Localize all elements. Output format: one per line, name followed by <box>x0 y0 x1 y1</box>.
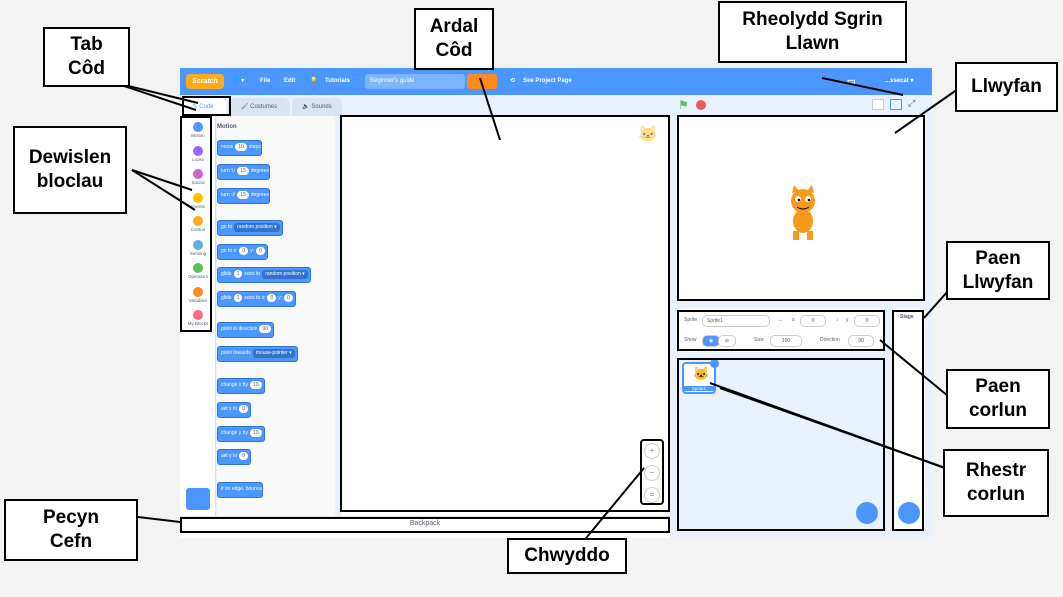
block-glide-to-xy[interactable]: glide 1 secs to x: 0 y: 0 <box>217 291 296 307</box>
tutorials-button[interactable]: Tutorials <box>325 68 350 95</box>
block-turn-right[interactable]: turn ↻ 15 degrees <box>217 164 270 180</box>
user-menu[interactable]: ...ssecat ▾ <box>885 68 913 95</box>
tab-sounds[interactable]: 🔈 Sounds <box>292 98 342 116</box>
block-set-y[interactable]: set y to 0 <box>217 449 251 465</box>
lightbulb-icon: 💡 <box>310 78 318 84</box>
callout-zoom: Chwyddo <box>507 538 627 574</box>
highlight-blocks-menu <box>180 116 212 332</box>
folder-icon[interactable]: ▭ <box>847 68 856 95</box>
callout-fullscreen: Rheolydd Sgrin Llawn <box>718 1 907 63</box>
block-glide-to[interactable]: glide 1 secs to random position ▾ <box>217 267 311 283</box>
highlight-stage <box>677 115 925 301</box>
share-button[interactable] <box>467 74 497 89</box>
stage-header: ⚑ ⤢ <box>676 96 926 116</box>
block-move[interactable]: move 10 steps <box>217 140 262 156</box>
callout-blocks-menu: Dewislen bloclau <box>13 126 127 214</box>
language-menu[interactable]: 🌐 ▾ <box>232 68 244 95</box>
remix-icon: ⟲ <box>510 78 516 84</box>
callout-tab-code: Tab Côd <box>43 27 130 87</box>
project-title-input[interactable]: Beginner's guide <box>365 74 465 89</box>
highlight-sprite-pane <box>677 310 885 351</box>
callout-code-area: Ardal Côd <box>414 8 494 70</box>
see-project-page-button[interactable]: See Project Page <box>523 68 572 95</box>
tab-costumes[interactable]: 🖌 Costumes <box>228 98 290 116</box>
block-set-x[interactable]: set x to 0 <box>217 402 251 418</box>
callout-sprite-list: Rhestr corlun <box>943 449 1049 517</box>
add-extension-button[interactable] <box>186 488 210 510</box>
callout-sprite-pane: Paen corlun <box>946 369 1050 429</box>
green-flag-icon[interactable]: ⚑ <box>678 98 689 112</box>
callout-stage: Llwyfan <box>955 62 1058 112</box>
rotate-right-icon: ↻ <box>231 168 236 174</box>
large-stage-icon[interactable] <box>890 99 902 110</box>
block-point-towards[interactable]: point towards mouse-pointer ▾ <box>217 346 298 362</box>
stop-icon[interactable] <box>696 100 706 110</box>
menu-bar: Scratch 🌐 ▾ File Edit 💡 Tutorials Beginn… <box>180 68 932 95</box>
block-palette: Motion move 10 steps turn ↻ 15 degrees turn … <box>217 116 335 538</box>
brush-icon: 🖌 <box>240 104 251 110</box>
fullscreen-icon[interactable]: ⤢ <box>908 98 915 109</box>
block-bounce[interactable]: if on edge, bounce <box>217 482 264 498</box>
block-go-to[interactable]: go to random position ▾ <box>217 220 283 236</box>
rotate-left-icon: ↺ <box>231 192 236 198</box>
highlight-zoom <box>640 439 664 505</box>
block-go-to-xy[interactable]: go to x: 0 y: 0 <box>217 244 268 260</box>
block-change-x[interactable]: change x by 10 <box>217 378 265 394</box>
highlight-code-area <box>340 115 670 512</box>
callout-backpack: Pecyn Cefn <box>4 499 138 561</box>
block-turn-left[interactable]: turn ↺ 15 degrees <box>217 188 270 204</box>
highlight-sprite-list <box>677 358 885 531</box>
scratch-logo[interactable]: Scratch <box>186 74 224 89</box>
highlight-tab-code <box>182 96 231 116</box>
highlight-backpack <box>180 517 670 533</box>
palette-heading: Motion <box>217 124 237 130</box>
small-stage-icon[interactable] <box>872 99 884 110</box>
highlight-stage-pane <box>892 310 924 531</box>
edit-menu[interactable]: Edit <box>284 68 295 95</box>
callout-stage-pane: Paen Llwyfan <box>946 241 1050 300</box>
block-change-y[interactable]: change y by 10 <box>217 426 265 442</box>
file-menu[interactable]: File <box>260 68 270 95</box>
block-point-direction[interactable]: point in direction 90 <box>217 322 274 338</box>
